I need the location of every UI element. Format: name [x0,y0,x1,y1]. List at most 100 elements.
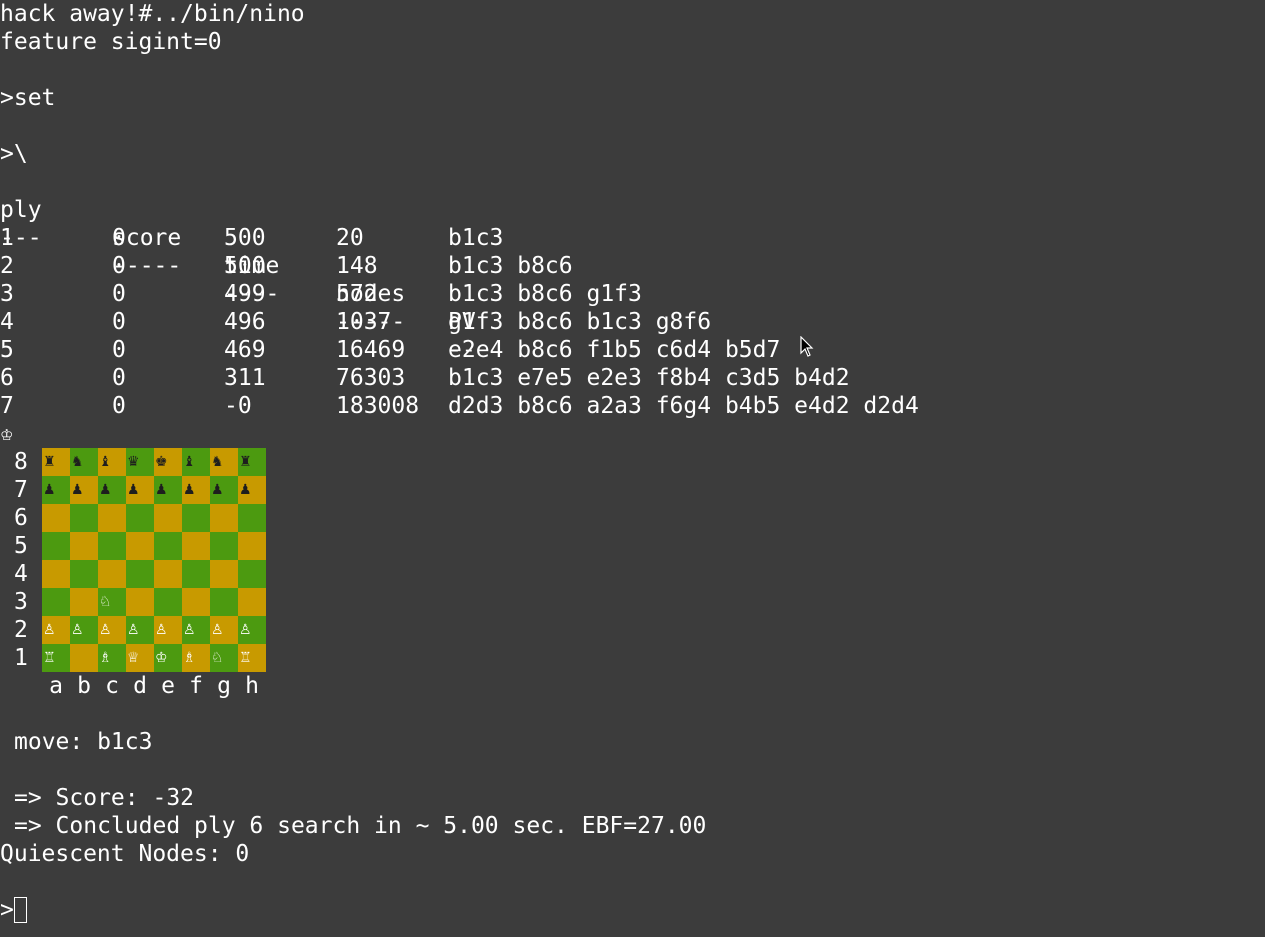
board-square [70,504,98,532]
board-square: ♘ [98,588,126,616]
table-header: ply score time nodes PV [0,168,476,335]
board-square: ♛ [126,448,154,476]
board-square [126,560,154,588]
cell-score: 0 [112,253,126,279]
board-square: ♙ [210,616,238,644]
rank-label: 2 [14,617,28,643]
board-square: ♝ [182,448,210,476]
white-knight-icon: ♘ [99,594,112,610]
cell-ply: 2 [0,253,14,279]
board-square: ♙ [182,616,210,644]
board-square: ♟ [70,476,98,504]
command-line: >\ [0,141,28,167]
board-square [154,588,182,616]
rank-label: 3 [14,589,28,615]
black-knight-icon: ♞ [71,454,84,470]
black-pawn-icon: ♟ [239,482,252,498]
board-square [70,644,98,672]
board-square: ♟ [210,476,238,504]
cell-time: 500 [224,225,266,251]
white-knight-icon: ♘ [211,650,224,666]
black-pawn-icon: ♟ [43,482,56,498]
mouse-pointer-icon [800,336,814,357]
board-square [182,504,210,532]
black-king-icon: ♚ [155,454,168,470]
rank-label: 5 [14,533,28,559]
move-line: move: b1c3 [14,729,153,755]
command-line: >set [0,85,56,111]
cell-time: -0 [224,393,252,419]
cell-nodes: 183008 [336,393,420,419]
board-square: ♟ [154,476,182,504]
white-bishop-icon: ♗ [99,650,112,666]
board-square [126,504,154,532]
cell-nodes: 572 [336,281,378,307]
cell-pv: d2d3 b8c6 a2a3 f6g4 b4b5 e4d2 d2d4 [448,393,919,419]
board-square: ♙ [98,616,126,644]
board-square: ♟ [182,476,210,504]
white-pawn-icon: ♙ [127,622,140,638]
cell-score: 0 [112,337,126,363]
rank-label: 1 [14,645,28,671]
white-pawn-icon: ♙ [211,622,224,638]
rank-label: 6 [14,505,28,531]
board-square [238,588,266,616]
rank-label: 7 [14,477,28,503]
board-square: ♗ [98,644,126,672]
black-bishop-icon: ♝ [183,454,196,470]
board-square: ♗ [182,644,210,672]
cell-ply: 1 [0,225,14,251]
board-square [238,504,266,532]
board-square [98,504,126,532]
cell-nodes: 148 [336,253,378,279]
board-grid: ♜ ♞ ♝ ♛ ♚ ♝ ♞ ♜ ♟ ♟ ♟ ♟ ♟ ♟ ♟ ♟ ♘ ♙ ♙ ♙ ♙ ♙ ♙ ♙ ♙ ♖ ♗ ♕ ♔ ♗ ♘ ♖ [42,448,266,672]
board-square [42,504,70,532]
rank-label: 4 [14,561,28,587]
black-rook-icon: ♜ [239,454,252,470]
quiescent-line: Quiescent Nodes: 0 [0,841,250,867]
board-square [210,504,238,532]
board-square [70,588,98,616]
white-bishop-icon: ♗ [183,650,196,666]
black-pawn-icon: ♟ [127,482,140,498]
command-line: hack away!#../bin/nino [0,1,305,27]
black-knight-icon: ♞ [211,454,224,470]
board-square: ♖ [42,644,70,672]
board-square: ♝ [98,448,126,476]
board-square: ♔ [154,644,182,672]
white-pawn-icon: ♙ [99,622,112,638]
board-square: ♟ [126,476,154,504]
file-label: d [133,673,147,699]
board-square [42,560,70,588]
white-pawn-icon: ♙ [43,622,56,638]
board-square [98,560,126,588]
black-queen-icon: ♛ [127,454,140,470]
cell-score: 0 [112,281,126,307]
cell-nodes: 16469 [336,337,406,363]
cell-pv: b1c3 b8c6 [448,253,573,279]
board-square: ♖ [238,644,266,672]
cell-ply: 5 [0,337,14,363]
white-pawn-icon: ♙ [155,622,168,638]
text-cursor[interactable] [14,897,27,923]
board-square [238,532,266,560]
white-pawn-icon: ♙ [239,622,252,638]
concluded-line: => Concluded ply 6 search in ~ 5.00 sec.… [14,813,707,839]
board-square: ♙ [154,616,182,644]
board-square [98,532,126,560]
score-line: => Score: -32 [14,785,195,811]
cell-time: 311 [224,365,266,391]
board-square: ♟ [98,476,126,504]
cell-pv: b1c3 b8c6 g1f3 [448,281,642,307]
board-square [182,532,210,560]
board-square: ♜ [42,448,70,476]
board-square: ♟ [42,476,70,504]
board-square: ♙ [42,616,70,644]
board-square [154,532,182,560]
cell-ply: 6 [0,365,14,391]
cell-time: 500 [224,253,266,279]
cell-time: 496 [224,309,266,335]
file-label: f [189,673,203,699]
file-label: g [217,673,231,699]
cell-score: 0 [112,393,126,419]
